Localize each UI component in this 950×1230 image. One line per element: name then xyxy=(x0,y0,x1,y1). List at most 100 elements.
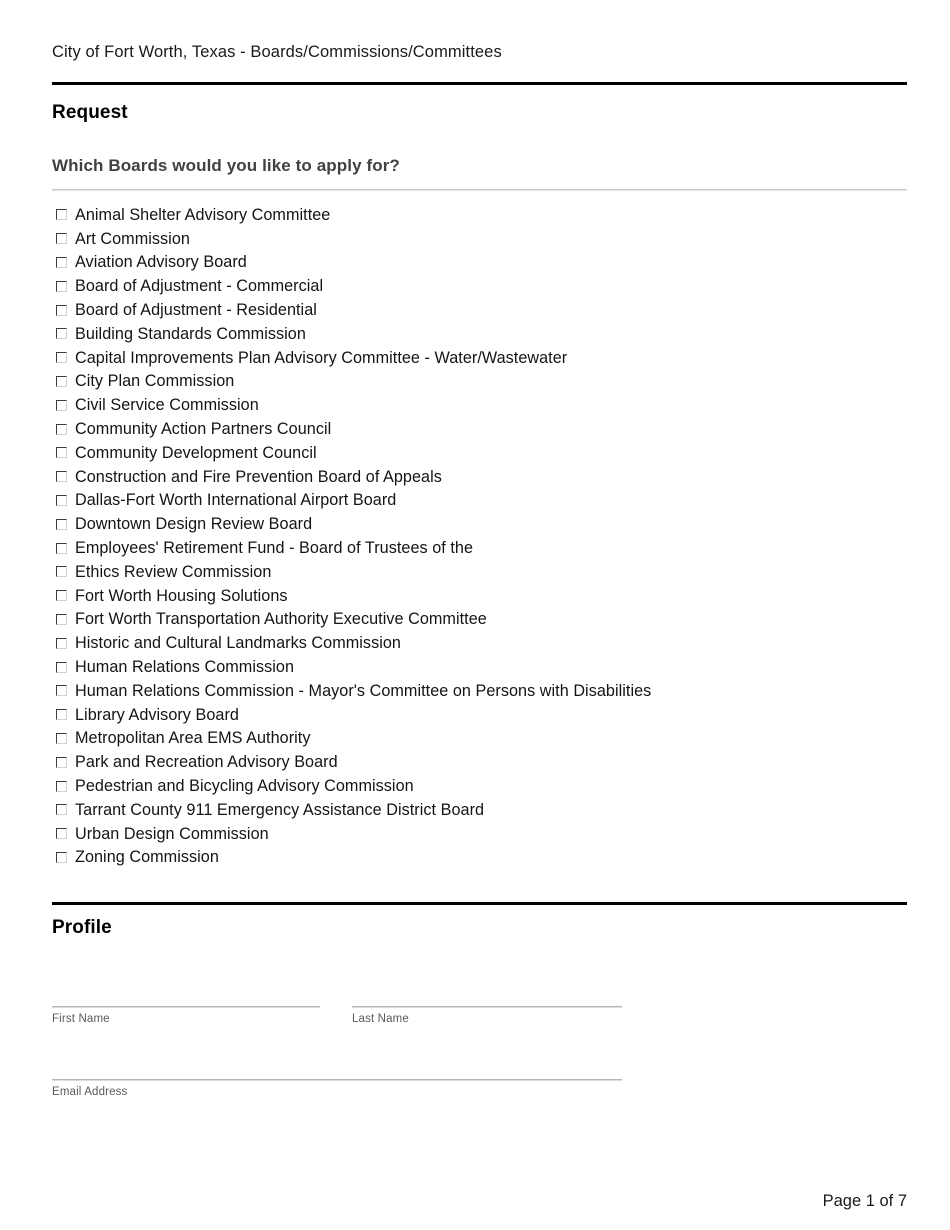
board-option-row[interactable]: Art Commission xyxy=(52,227,912,251)
checkbox-unchecked-icon[interactable] xyxy=(56,304,67,316)
checkbox-unchecked-icon[interactable] xyxy=(56,756,67,768)
checkbox-unchecked-icon[interactable] xyxy=(56,590,67,602)
boards-question-label: Which Boards would you like to apply for… xyxy=(52,156,400,175)
board-option-label: Tarrant County 911 Emergency Assistance … xyxy=(75,800,485,819)
checkbox-unchecked-icon[interactable] xyxy=(56,352,67,364)
board-option-row[interactable]: Human Relations Commission xyxy=(52,655,912,679)
header-divider-rule xyxy=(52,82,907,85)
checkbox-unchecked-icon[interactable] xyxy=(56,566,67,578)
checkbox-unchecked-icon[interactable] xyxy=(56,732,67,744)
board-option-label: Art Commission xyxy=(75,229,190,248)
board-option-row[interactable]: Civil Service Commission xyxy=(52,393,912,417)
first-name-field[interactable]: First Name xyxy=(52,1006,320,1025)
request-section-title: Request xyxy=(52,102,128,123)
checkbox-unchecked-icon[interactable] xyxy=(56,613,67,625)
board-option-label: Human Relations Commission - Mayor's Com… xyxy=(75,681,652,700)
board-option-label: Dallas-Fort Worth International Airport … xyxy=(75,491,397,510)
profile-divider-rule xyxy=(52,902,907,905)
page-number-footer: Page 1 of 7 xyxy=(822,1192,907,1210)
board-option-label: Fort Worth Transportation Authority Exec… xyxy=(75,610,487,629)
board-option-label: Zoning Commission xyxy=(75,848,219,867)
board-option-row[interactable]: Historic and Cultural Landmarks Commissi… xyxy=(52,631,912,655)
board-option-row[interactable]: Dallas-Fort Worth International Airport … xyxy=(52,489,912,513)
board-option-row[interactable]: Park and Recreation Advisory Board xyxy=(52,750,912,774)
board-option-label: Historic and Cultural Landmarks Commissi… xyxy=(75,634,401,653)
board-option-row[interactable]: Urban Design Commission xyxy=(52,822,912,846)
board-option-row[interactable]: Community Action Partners Council xyxy=(52,417,912,441)
email-address-field[interactable]: Email Address xyxy=(52,1079,622,1098)
first-name-input-line[interactable] xyxy=(52,1006,320,1008)
board-option-row[interactable]: Community Development Council xyxy=(52,441,912,465)
board-option-row[interactable]: Ethics Review Commission xyxy=(52,560,912,584)
board-option-row[interactable]: Zoning Commission xyxy=(52,846,912,870)
board-option-row[interactable]: Metropolitan Area EMS Authority xyxy=(52,727,912,751)
board-option-row[interactable]: Construction and Fire Prevention Board o… xyxy=(52,465,912,489)
checkbox-unchecked-icon[interactable] xyxy=(56,637,67,649)
checkbox-unchecked-icon[interactable] xyxy=(56,399,67,411)
checkbox-unchecked-icon[interactable] xyxy=(56,661,67,673)
board-option-row[interactable]: Library Advisory Board xyxy=(52,703,912,727)
checkbox-unchecked-icon[interactable] xyxy=(56,542,67,554)
board-option-label: Capital Improvements Plan Advisory Commi… xyxy=(75,348,568,367)
board-option-row[interactable]: Board of Adjustment - Residential xyxy=(52,298,912,322)
board-option-label: Metropolitan Area EMS Authority xyxy=(75,729,311,748)
board-option-label: Construction and Fire Prevention Board o… xyxy=(75,467,442,486)
board-option-row[interactable]: Building Standards Commission xyxy=(52,322,912,346)
checkbox-unchecked-icon[interactable] xyxy=(56,709,67,721)
checkbox-unchecked-icon[interactable] xyxy=(56,780,67,792)
board-option-label: Library Advisory Board xyxy=(75,705,239,724)
board-option-row[interactable]: Fort Worth Housing Solutions xyxy=(52,584,912,608)
board-option-row[interactable]: Tarrant County 911 Emergency Assistance … xyxy=(52,798,912,822)
checkbox-unchecked-icon[interactable] xyxy=(56,280,67,292)
board-option-label: Human Relations Commission xyxy=(75,657,295,676)
checkbox-unchecked-icon[interactable] xyxy=(56,447,67,459)
board-option-label: Civil Service Commission xyxy=(75,396,259,415)
checkbox-unchecked-icon[interactable] xyxy=(56,471,67,483)
checkbox-unchecked-icon[interactable] xyxy=(56,804,67,816)
board-option-row[interactable]: Downtown Design Review Board xyxy=(52,512,912,536)
checkbox-unchecked-icon[interactable] xyxy=(56,233,67,245)
checkbox-unchecked-icon[interactable] xyxy=(56,685,67,697)
board-option-row[interactable]: Human Relations Commission - Mayor's Com… xyxy=(52,679,912,703)
board-option-row[interactable]: Pedestrian and Bicycling Advisory Commis… xyxy=(52,774,912,798)
checkbox-unchecked-icon[interactable] xyxy=(56,828,67,840)
board-option-label: Downtown Design Review Board xyxy=(75,515,313,534)
board-option-label: Board of Adjustment - Residential xyxy=(75,300,317,319)
email-address-label: Email Address xyxy=(52,1086,128,1098)
board-option-label: City Plan Commission xyxy=(75,372,235,391)
board-option-label: Community Development Council xyxy=(75,443,317,462)
document-page: City of Fort Worth, Texas - Boards/Commi… xyxy=(0,0,950,1230)
checkbox-unchecked-icon[interactable] xyxy=(56,423,67,435)
board-option-row[interactable]: Employees' Retirement Fund - Board of Tr… xyxy=(52,536,912,560)
board-option-row[interactable]: Capital Improvements Plan Advisory Commi… xyxy=(52,346,912,370)
board-option-label: Board of Adjustment - Commercial xyxy=(75,277,324,296)
board-option-label: Animal Shelter Advisory Committee xyxy=(75,205,331,224)
board-option-label: Community Action Partners Council xyxy=(75,419,332,438)
checkbox-unchecked-icon[interactable] xyxy=(56,256,67,268)
checkbox-unchecked-icon[interactable] xyxy=(56,494,67,506)
last-name-label: Last Name xyxy=(352,1013,409,1025)
first-name-label: First Name xyxy=(52,1013,110,1025)
board-option-row[interactable]: Board of Adjustment - Commercial xyxy=(52,274,912,298)
board-option-label: Fort Worth Housing Solutions xyxy=(75,586,288,605)
boards-checkbox-list: Animal Shelter Advisory Committee Art Com… xyxy=(52,203,912,869)
board-option-label: Park and Recreation Advisory Board xyxy=(75,753,338,772)
checkbox-unchecked-icon[interactable] xyxy=(56,209,67,221)
board-option-label: Aviation Advisory Board xyxy=(75,253,247,272)
document-header-title: City of Fort Worth, Texas - Boards/Commi… xyxy=(52,43,502,61)
checkbox-unchecked-icon[interactable] xyxy=(56,518,67,530)
board-option-label: Building Standards Commission xyxy=(75,324,306,343)
checkbox-unchecked-icon[interactable] xyxy=(56,328,67,340)
board-option-row[interactable]: Animal Shelter Advisory Committee xyxy=(52,203,912,227)
board-option-row[interactable]: Fort Worth Transportation Authority Exec… xyxy=(52,608,912,632)
last-name-field[interactable]: Last Name xyxy=(352,1006,622,1025)
board-option-row[interactable]: City Plan Commission xyxy=(52,370,912,394)
profile-section-title: Profile xyxy=(52,917,112,938)
email-address-input-line[interactable] xyxy=(52,1079,622,1081)
checkbox-unchecked-icon[interactable] xyxy=(56,375,67,387)
board-option-row[interactable]: Aviation Advisory Board xyxy=(52,251,912,275)
question-divider-rule xyxy=(52,189,907,191)
checkbox-unchecked-icon[interactable] xyxy=(56,851,67,863)
last-name-input-line[interactable] xyxy=(352,1006,622,1008)
board-option-label: Urban Design Commission xyxy=(75,824,269,843)
